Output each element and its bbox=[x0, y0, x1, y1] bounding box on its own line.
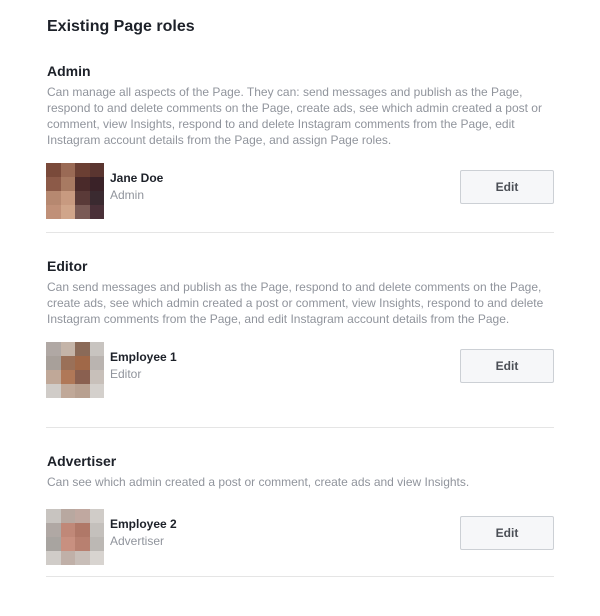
person-row: Jane Doe Admin Edit bbox=[46, 163, 554, 219]
role-title: Editor bbox=[47, 258, 88, 274]
person-name: Jane Doe bbox=[110, 171, 164, 185]
person-row: Employee 1 Editor Edit bbox=[46, 342, 554, 398]
divider bbox=[46, 427, 554, 428]
avatar-pixel bbox=[75, 177, 90, 191]
role-description: Can see which admin created a post or co… bbox=[47, 475, 470, 489]
avatar bbox=[46, 509, 104, 565]
person-role: Admin bbox=[110, 188, 145, 202]
avatar-pixel bbox=[46, 342, 61, 356]
avatar-pixel bbox=[89, 384, 104, 398]
person-role: Advertiser bbox=[110, 534, 165, 548]
avatar-pixel bbox=[89, 205, 104, 219]
avatar-pixel bbox=[89, 551, 104, 565]
avatar-pixel bbox=[46, 523, 61, 537]
role-section-advertiser: Advertiser Can see which admin created a… bbox=[46, 453, 554, 565]
avatar-pixel bbox=[60, 205, 75, 219]
avatar-pixel bbox=[89, 370, 104, 384]
role-title: Admin bbox=[47, 63, 91, 79]
page-title: Existing Page roles bbox=[47, 18, 195, 35]
avatar-pixel bbox=[60, 537, 75, 551]
avatar-pixel bbox=[60, 356, 75, 370]
avatar-pixel bbox=[89, 537, 104, 551]
avatar-pixel bbox=[46, 356, 61, 370]
avatar-pixel bbox=[46, 163, 61, 177]
avatar-pixel bbox=[75, 370, 90, 384]
avatar bbox=[46, 163, 104, 219]
avatar-pixel bbox=[89, 191, 104, 205]
avatar-pixel bbox=[60, 384, 75, 398]
page-footer-space bbox=[0, 598, 600, 616]
avatar-pixel bbox=[89, 523, 104, 537]
avatar-pixel bbox=[89, 177, 104, 191]
divider bbox=[46, 576, 554, 577]
avatar-pixel bbox=[46, 177, 61, 191]
avatar-pixel bbox=[75, 537, 90, 551]
avatar-pixel bbox=[75, 163, 90, 177]
avatar-pixel bbox=[46, 509, 61, 523]
avatar-pixel bbox=[60, 191, 75, 205]
avatar-pixel bbox=[46, 537, 61, 551]
edit-button[interactable]: Edit bbox=[460, 516, 554, 550]
avatar-pixel bbox=[46, 370, 61, 384]
avatar-pixel bbox=[46, 384, 61, 398]
avatar bbox=[46, 342, 104, 398]
avatar-pixel bbox=[60, 370, 75, 384]
divider bbox=[46, 232, 554, 233]
role-title: Advertiser bbox=[47, 453, 117, 469]
person-name: Employee 2 bbox=[110, 517, 177, 531]
role-section-editor: Editor Can send messages and publish as … bbox=[46, 258, 554, 398]
avatar-pixel bbox=[75, 191, 90, 205]
person-role: Editor bbox=[110, 367, 142, 381]
person-name: Employee 1 bbox=[110, 350, 177, 364]
avatar-pixel bbox=[75, 384, 90, 398]
avatar-pixel bbox=[46, 205, 61, 219]
avatar-pixel bbox=[75, 205, 90, 219]
avatar-pixel bbox=[75, 523, 90, 537]
role-section-admin: Admin Can manage all aspects of the Page… bbox=[46, 63, 554, 219]
avatar-pixel bbox=[60, 163, 75, 177]
avatar-pixel bbox=[46, 191, 61, 205]
avatar-pixel bbox=[75, 551, 90, 565]
avatar-pixel bbox=[46, 551, 61, 565]
avatar-pixel bbox=[89, 509, 104, 523]
avatar-pixel bbox=[60, 523, 75, 537]
edit-button[interactable]: Edit bbox=[460, 170, 554, 204]
role-description: Can manage all aspects of the Page. They… bbox=[47, 85, 542, 147]
role-description: Can send messages and publish as the Pag… bbox=[47, 280, 544, 326]
avatar-pixel bbox=[60, 342, 75, 356]
avatar-pixel bbox=[60, 177, 75, 191]
avatar-pixel bbox=[60, 509, 75, 523]
avatar-pixel bbox=[89, 356, 104, 370]
avatar-pixel bbox=[89, 163, 104, 177]
avatar-pixel bbox=[75, 509, 90, 523]
avatar-pixel bbox=[89, 342, 104, 356]
edit-button[interactable]: Edit bbox=[460, 349, 554, 383]
avatar-pixel bbox=[75, 342, 90, 356]
avatar-pixel bbox=[60, 551, 75, 565]
person-row: Employee 2 Advertiser Edit bbox=[46, 509, 554, 565]
avatar-pixel bbox=[75, 356, 90, 370]
